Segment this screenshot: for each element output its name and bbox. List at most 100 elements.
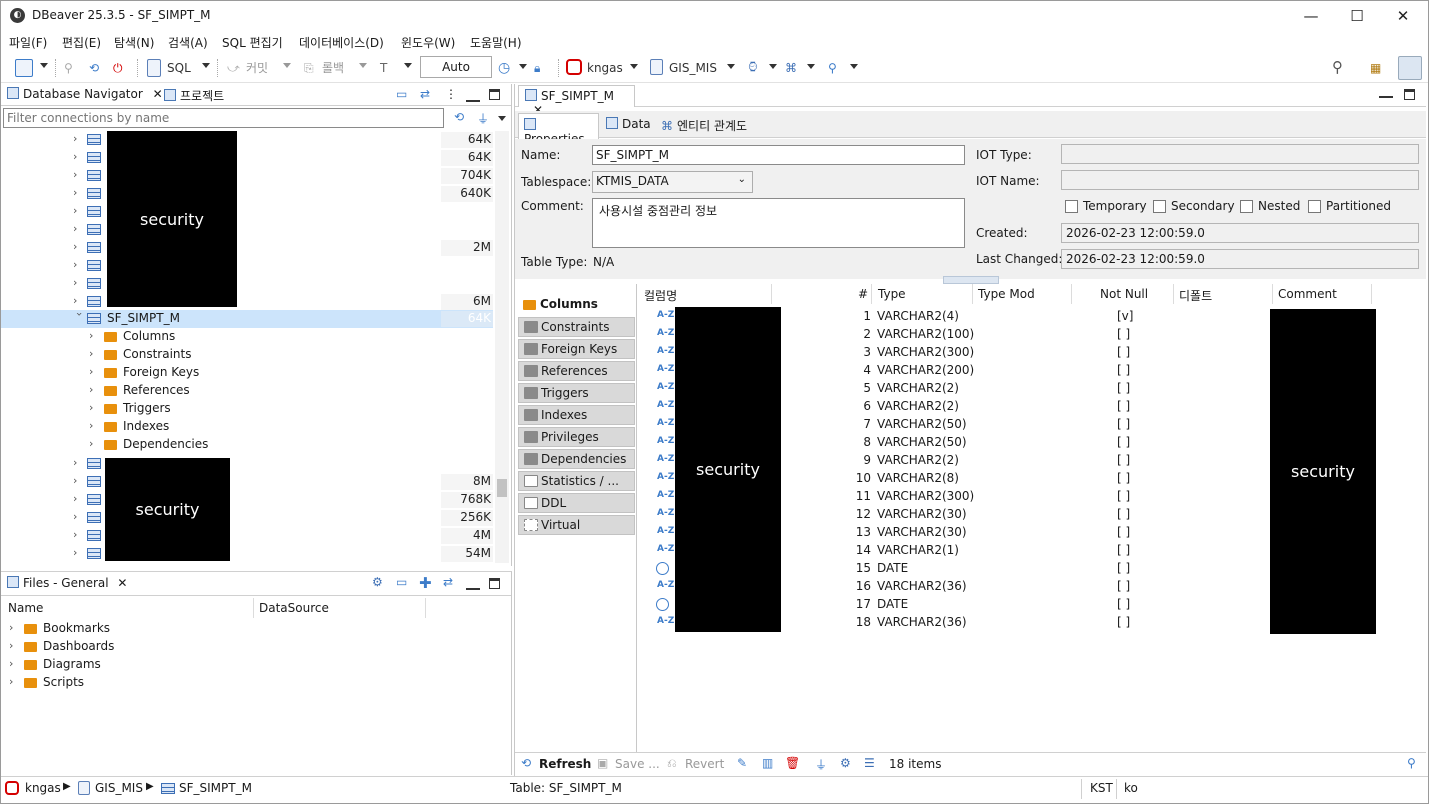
chevron-right-icon[interactable]: › — [73, 186, 85, 200]
cell-not-null[interactable]: [ ] — [1117, 399, 1130, 413]
menu-window[interactable]: 윈도우(W) — [401, 34, 455, 51]
cell-not-null[interactable]: [ ] — [1117, 543, 1130, 557]
comment-textarea[interactable]: 사용시설 중점관리 정보 — [592, 198, 965, 248]
link-icon[interactable]: ⇄ — [443, 575, 453, 593]
close-button[interactable]: ✕ — [1380, 1, 1426, 31]
col-header-number[interactable]: # — [858, 287, 868, 301]
files-item-scripts[interactable]: › Scripts — [1, 674, 493, 692]
chevron-right-icon[interactable]: › — [73, 276, 85, 290]
breadcrumb-schema[interactable]: GIS_MIS — [95, 781, 143, 795]
cell-not-null[interactable]: [ ] — [1117, 507, 1130, 521]
tree-row-table[interactable]: › 704K — [1, 167, 493, 185]
search-dropdown-icon[interactable] — [850, 64, 858, 69]
filter-dropdown-icon[interactable] — [498, 116, 506, 121]
new-connection-dropdown-icon[interactable] — [40, 63, 48, 68]
filter-settings-icon[interactable]: ⟲ — [454, 110, 464, 124]
minimize-button[interactable]: — — [1288, 1, 1334, 31]
menu-file[interactable]: 파일(F) — [9, 34, 47, 51]
new-connection-icon[interactable] — [15, 59, 33, 77]
sql-dropdown-icon[interactable] — [202, 63, 210, 68]
tree-row-selected-table[interactable]: › SF_SIMPT_M 64K — [1, 310, 493, 328]
tree-row-constraints[interactable]: › Constraints — [1, 346, 493, 364]
chevron-right-icon[interactable]: › — [73, 132, 85, 146]
breadcrumb-connection[interactable]: kngas — [25, 781, 61, 795]
cell-not-null[interactable]: [ ] — [1117, 417, 1130, 431]
cell-not-null[interactable]: [ ] — [1117, 579, 1130, 593]
tree-row-table[interactable]: › — [1, 275, 493, 293]
global-search-icon[interactable]: ⚲ — [1332, 58, 1343, 76]
chevron-right-icon[interactable]: › — [73, 528, 85, 542]
transaction-log-icon[interactable]: ◷ — [498, 59, 510, 77]
tab-sf-simpt-m[interactable]: SF_SIMPT_M ✕ — [518, 85, 635, 117]
menu-sql-editor[interactable]: SQL 편집기 — [222, 34, 283, 51]
tree-row-table[interactable]: › 640K — [1, 185, 493, 203]
tab-files-general[interactable]: Files - General ✕ — [7, 576, 127, 594]
temporary-checkbox[interactable] — [1065, 200, 1078, 213]
chevron-right-icon[interactable]: › — [73, 294, 85, 308]
tab-data[interactable]: Data — [606, 117, 651, 131]
col-header-default[interactable]: 디폴트 — [1179, 287, 1212, 304]
tree-row-table[interactable]: › 768K — [1, 491, 493, 509]
tree-row-table[interactable]: › — [1, 221, 493, 239]
transaction-mode-box[interactable]: Auto — [420, 56, 492, 78]
partitioned-checkbox[interactable] — [1308, 200, 1321, 213]
iot-type-field[interactable] — [1061, 144, 1419, 164]
files-item-diagrams[interactable]: › Diagrams — [1, 656, 493, 674]
active-schema-selector[interactable]: GIS_MIS — [669, 59, 717, 77]
menu-search[interactable]: 검색(A) — [168, 34, 208, 51]
chevron-right-icon[interactable]: › — [73, 492, 85, 506]
connection-filter-input[interactable] — [3, 108, 444, 128]
minimize-panel-icon[interactable] — [466, 88, 480, 102]
open-perspective-icon[interactable]: ▦ — [1370, 59, 1381, 77]
refresh-icon[interactable]: ⟲ — [521, 756, 531, 770]
navigator-scrollbar[interactable] — [495, 131, 509, 563]
chevron-right-icon[interactable]: › — [73, 474, 85, 488]
tree-row-table[interactable]: › 6M — [1, 293, 493, 311]
chevron-right-icon[interactable]: › — [73, 240, 85, 254]
cell-not-null[interactable]: [ ] — [1117, 615, 1130, 629]
chevron-right-icon[interactable]: › — [73, 258, 85, 272]
filter-icon[interactable]: ⏚ — [815, 756, 827, 773]
maximize-button[interactable]: ☐ — [1334, 1, 1380, 31]
chevron-right-icon[interactable]: › — [89, 365, 101, 379]
name-field[interactable]: SF_SIMPT_M — [592, 145, 965, 165]
sql-button[interactable]: SQL — [167, 59, 191, 77]
commit-button[interactable]: 커밋 — [246, 59, 268, 77]
chevron-right-icon[interactable]: › — [9, 621, 21, 635]
minimize-editor-icon[interactable] — [1379, 88, 1393, 98]
settings-icon[interactable]: ⚙ — [372, 575, 383, 593]
chevron-right-icon[interactable]: › — [73, 168, 85, 182]
cell-not-null[interactable]: [ ] — [1117, 453, 1130, 467]
menu-database[interactable]: 데이터베이스(D) — [299, 34, 384, 51]
add-row-icon[interactable]: ▥ — [762, 756, 773, 770]
dashboard-icon[interactable]: ⌚︎ — [746, 59, 760, 77]
tab-projects[interactable]: 프로젝트 — [164, 87, 224, 105]
cell-not-null[interactable]: [ ] — [1117, 381, 1130, 395]
invalidate-icon[interactable]: ⟲ — [89, 59, 99, 77]
tree-row-table[interactable]: › 4M — [1, 527, 493, 545]
iot-name-field[interactable] — [1061, 170, 1419, 190]
secondary-checkbox[interactable] — [1153, 200, 1166, 213]
erd-icon[interactable]: ⌘ — [785, 59, 797, 77]
tree-row-references[interactable]: › References — [1, 382, 493, 400]
col-header-type-mod[interactable]: Type Mod — [978, 287, 1035, 301]
cell-not-null[interactable]: [ ] — [1117, 597, 1130, 611]
cell-not-null[interactable]: [ ] — [1117, 471, 1130, 485]
col-header-not-null[interactable]: Not Null — [1100, 287, 1148, 301]
filter-icon[interactable]: ⏚ — [477, 110, 489, 127]
tree-row-table[interactable]: › 256K — [1, 509, 493, 527]
minimize-panel-icon[interactable] — [466, 576, 480, 590]
connection-dropdown-icon[interactable] — [630, 64, 638, 69]
tree-row-table[interactable]: › — [1, 257, 493, 275]
close-icon[interactable]: ✕ — [117, 576, 127, 590]
erd-dropdown-icon[interactable] — [807, 64, 815, 69]
chevron-right-icon[interactable]: › — [73, 510, 85, 524]
tree-row-columns[interactable]: › Columns — [1, 328, 493, 346]
cell-not-null[interactable]: [ ] — [1117, 345, 1130, 359]
link-editor-icon[interactable]: ⇄ — [420, 87, 430, 105]
col-header-name[interactable]: 컬럼명 — [644, 287, 677, 304]
chevron-right-icon[interactable]: › — [9, 675, 21, 689]
chevron-right-icon[interactable]: › — [89, 329, 101, 343]
cell-not-null[interactable]: [ ] — [1117, 363, 1130, 377]
splitter-handle[interactable] — [943, 276, 999, 284]
